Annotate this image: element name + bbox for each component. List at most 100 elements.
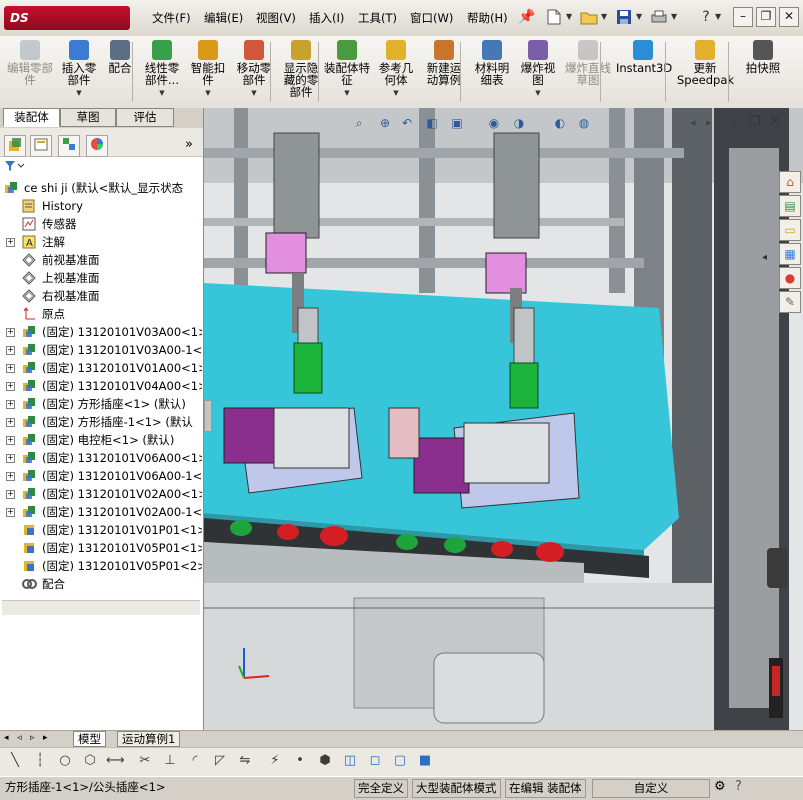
cmd-linear-pattern-button[interactable]: 线性零部件... ▼: [141, 38, 183, 106]
expand-plus-icon[interactable]: +: [6, 382, 15, 391]
new-dropdown-chevron-icon[interactable]: ▼: [566, 12, 572, 21]
appearances-icon[interactable]: ●: [779, 267, 801, 289]
line-icon[interactable]: ╲: [6, 752, 24, 770]
hide-icon[interactable]: ◻: [366, 752, 384, 770]
open-icon[interactable]: [580, 9, 598, 25]
print-icon[interactable]: [650, 9, 668, 25]
tree-scrollbar[interactable]: [2, 600, 200, 615]
centerline-icon[interactable]: ┆: [31, 752, 49, 770]
tab-sketch[interactable]: 草图: [60, 108, 116, 127]
pin-icon[interactable]: 📌: [518, 9, 536, 25]
relation-icon[interactable]: ⊥: [161, 752, 179, 770]
solidworks-logo[interactable]: DSSOLIDWORKS: [4, 6, 130, 50]
menu-insert[interactable]: 插入(I): [309, 10, 344, 26]
expand-plus-icon[interactable]: +: [6, 490, 15, 499]
cmd-smart-fastener-button[interactable]: 智能扣件 ▼: [186, 38, 230, 106]
cmd-insert-component-button[interactable]: 插入零部件 ▼: [59, 38, 99, 106]
cmd-speedpak-button[interactable]: 更新Speedpak: [677, 38, 734, 106]
circle-icon[interactable]: ○: [56, 752, 74, 770]
smart-dimension-icon[interactable]: ⟷: [106, 752, 125, 770]
open-dropdown-chevron-icon[interactable]: ▼: [601, 12, 607, 21]
cmd-snapshot-button[interactable]: 拍快照: [739, 38, 787, 106]
cmd-reference-geometry-button[interactable]: 参考几何体 ▼: [374, 38, 418, 106]
display-style-icon[interactable]: ◉: [487, 116, 501, 130]
cmd-exploded-view-button[interactable]: 爆炸视图 ▼: [516, 38, 560, 106]
cmd-assembly-feature-button[interactable]: 装配体特征 ▼: [324, 38, 370, 106]
cmd-explode-line-sketch-button[interactable]: 爆炸直线草图: [564, 38, 612, 106]
chevron-down-icon[interactable]: ▼: [186, 87, 230, 99]
expand-plus-icon[interactable]: +: [6, 436, 15, 445]
previous-view-icon[interactable]: ↶: [400, 116, 414, 130]
file-explorer-icon[interactable]: ▭: [779, 219, 801, 241]
scenes-icon[interactable]: ◍: [577, 116, 591, 130]
fillet-icon[interactable]: ◜: [186, 752, 204, 770]
expand-plus-icon[interactable]: +: [6, 328, 15, 337]
chevron-down-icon[interactable]: ▼: [374, 87, 418, 99]
tab-scroll-last-icon[interactable]: ▸: [43, 733, 48, 743]
help-dropdown-chevron-icon[interactable]: ▼: [715, 12, 721, 21]
restore-button[interactable]: ❐: [756, 7, 776, 27]
zoom-area-icon[interactable]: ⊕: [378, 116, 392, 130]
graphics-area[interactable]: [204, 108, 803, 730]
menu-help[interactable]: 帮助(H): [467, 10, 508, 26]
configurationmanager-icon[interactable]: [58, 135, 80, 157]
zoom-to-fit-icon[interactable]: ⌕: [352, 116, 366, 130]
cube-icon[interactable]: ■: [416, 752, 434, 770]
viewport-arrow-left-icon[interactable]: ◂: [690, 116, 696, 129]
doc-minimize-icon[interactable]: –: [732, 114, 738, 128]
trim-icon[interactable]: ✂: [136, 752, 154, 770]
featuremanager-icon[interactable]: [4, 135, 26, 157]
tab-scroll-next-icon[interactable]: ▹: [30, 733, 35, 743]
status-large-assembly-mode[interactable]: 大型装配体模式: [412, 779, 501, 798]
cmd-bom-button[interactable]: 材料明细表: [471, 38, 513, 106]
custom-properties-icon[interactable]: ✎: [779, 291, 801, 313]
expand-plus-icon[interactable]: +: [6, 346, 15, 355]
filter-icon[interactable]: [4, 159, 26, 175]
design-library-icon[interactable]: ▤: [779, 195, 801, 217]
hide-show-icon[interactable]: ◑: [512, 116, 526, 130]
view-palette-icon[interactable]: ▦: [779, 243, 801, 265]
new-document-icon[interactable]: [545, 9, 563, 25]
expand-plus-icon[interactable]: +: [6, 472, 15, 481]
expand-panel-icon[interactable]: »: [185, 137, 193, 152]
propertymanager-icon[interactable]: [30, 135, 52, 157]
tab-assembly[interactable]: 装配体: [3, 108, 60, 127]
tab-evaluate[interactable]: 评估: [116, 108, 174, 127]
polygon-icon[interactable]: ⬡: [81, 752, 99, 770]
menu-view[interactable]: 视图(V): [256, 10, 296, 26]
cmd-instant3d-button[interactable]: Instant3D: [616, 38, 672, 106]
help-status-icon[interactable]: ?: [735, 779, 742, 794]
doc-close-icon[interactable]: ✕: [770, 114, 780, 128]
close-button[interactable]: ✕: [779, 7, 799, 27]
menu-edit[interactable]: 编辑(E): [204, 10, 243, 26]
doc-restore-icon[interactable]: ❐: [750, 114, 761, 128]
menu-file[interactable]: 文件(F): [152, 10, 191, 26]
mirror-icon[interactable]: ⇋: [236, 752, 254, 770]
sketch-3d-icon[interactable]: ⬢: [316, 752, 334, 770]
expand-plus-icon[interactable]: +: [6, 364, 15, 373]
minimize-button[interactable]: –: [733, 7, 753, 27]
chevron-down-icon[interactable]: ▼: [59, 87, 99, 99]
panel-collapse-handle[interactable]: [204, 400, 212, 432]
save-icon[interactable]: [615, 9, 633, 25]
viewport-arrow-right-icon[interactable]: ▸: [706, 116, 712, 129]
expand-plus-icon[interactable]: +: [6, 400, 15, 409]
box-icon[interactable]: ▢: [391, 752, 409, 770]
appearance-manager-icon[interactable]: [86, 135, 108, 157]
chevron-down-icon[interactable]: ▼: [141, 87, 183, 99]
section-view-icon[interactable]: ◧: [425, 116, 439, 130]
solidworks-resources-icon[interactable]: ⌂: [779, 171, 801, 193]
cmd-show-hidden-button[interactable]: 显示隐藏的零部件: [280, 38, 322, 106]
expand-plus-icon[interactable]: +: [6, 454, 15, 463]
tab-model[interactable]: 模型: [73, 731, 106, 747]
chevron-down-icon[interactable]: ▼: [516, 87, 560, 99]
chamfer-icon[interactable]: ◸: [211, 752, 229, 770]
chevron-down-icon[interactable]: ▼: [324, 87, 370, 99]
help-icon[interactable]: ?: [697, 9, 715, 25]
expand-plus-icon[interactable]: +: [6, 418, 15, 427]
print-dropdown-chevron-icon[interactable]: ▼: [671, 12, 677, 21]
view-orientation-icon[interactable]: ▣: [450, 116, 464, 130]
menu-tools[interactable]: 工具(T): [358, 10, 397, 26]
tab-motion-study-1[interactable]: 运动算例1: [117, 731, 181, 747]
point-icon[interactable]: •: [291, 752, 309, 770]
